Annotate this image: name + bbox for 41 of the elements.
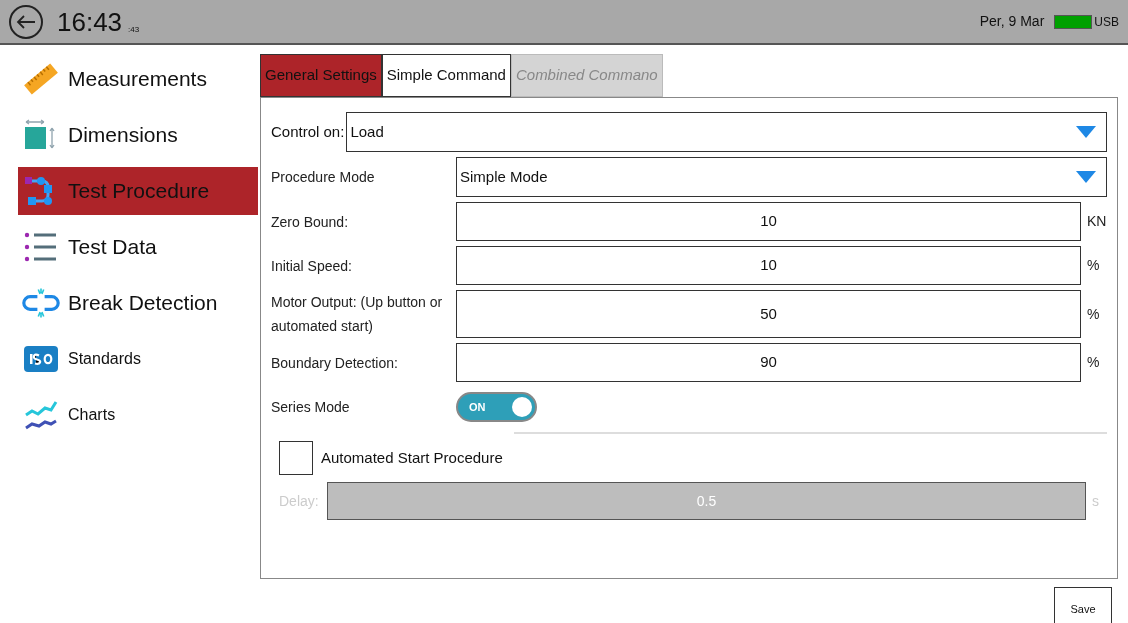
back-arrow-icon bbox=[16, 14, 36, 29]
sidebar-item[interactable]: Break Detection bbox=[18, 279, 258, 327]
sidebar-item[interactable]: Charts bbox=[18, 391, 258, 439]
unit-label: % bbox=[1086, 256, 1101, 275]
field-label: Procedure Mode bbox=[271, 168, 376, 187]
unit-label: KN bbox=[1086, 212, 1107, 231]
number-input[interactable]: 90 bbox=[456, 343, 1081, 382]
clock-seconds: :43 bbox=[128, 23, 140, 36]
save-button[interactable]: Save bbox=[1054, 587, 1112, 623]
field-label: Control on: bbox=[271, 121, 346, 142]
battery-icon bbox=[1054, 14, 1093, 29]
checkbox[interactable] bbox=[279, 441, 313, 475]
field-label: Zero Bound: bbox=[271, 212, 350, 232]
date-label: Per, 9 Mar bbox=[979, 12, 1045, 31]
field-label: Boundary Detection: bbox=[271, 353, 399, 373]
control-on-dropdown[interactable]: Load bbox=[346, 112, 1107, 152]
sidebar-item[interactable]: Measurements bbox=[18, 55, 258, 103]
sidebar-item[interactable]: Test Data bbox=[18, 223, 258, 271]
procedure-mode-dropdown[interactable]: Simple Mode bbox=[456, 157, 1107, 197]
field-label: Series Mode bbox=[271, 398, 351, 417]
toggle-knob bbox=[512, 397, 532, 417]
broken-link-icon bbox=[22, 287, 60, 319]
dropdown-caret-icon bbox=[1076, 126, 1096, 138]
unit-label: % bbox=[1086, 353, 1101, 372]
sidebar-item[interactable]: Standards bbox=[18, 335, 258, 383]
usb-label: USB bbox=[1094, 13, 1119, 31]
sidebar-item[interactable]: Dimensions bbox=[18, 111, 258, 159]
clock-time: 16:43 bbox=[57, 8, 123, 35]
list-icon bbox=[24, 232, 58, 262]
field-label: Motor Output: (Up button or automated start) bbox=[271, 293, 444, 336]
number-input[interactable]: 10 bbox=[456, 246, 1081, 285]
number-input[interactable]: 10 bbox=[456, 202, 1081, 241]
tab[interactable]: Simple Command bbox=[381, 54, 511, 97]
field-label: Initial Speed: bbox=[271, 256, 353, 276]
unit-label: % bbox=[1086, 304, 1101, 324]
checkbox-label: Automated Start Procedure bbox=[321, 447, 503, 468]
dropdown-caret-icon bbox=[1076, 171, 1096, 183]
iso-icon bbox=[24, 346, 58, 372]
chart-lines-icon bbox=[24, 399, 58, 431]
back-button[interactable] bbox=[9, 4, 43, 39]
number-input[interactable]: 50 bbox=[456, 290, 1081, 338]
